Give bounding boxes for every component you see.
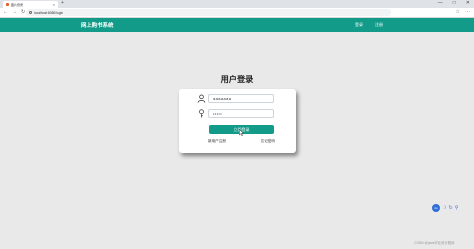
- username-row: aaaaaaa: [197, 94, 275, 103]
- mouse-cursor-icon: [239, 129, 244, 136]
- page-title: 用户登录: [220, 75, 254, 84]
- browser-nav-buttons: ← → ↻: [3, 9, 25, 15]
- nav-link-login[interactable]: 登录: [355, 22, 363, 28]
- reload-icon[interactable]: ↻: [21, 9, 25, 15]
- search-icon[interactable]: ⚲: [455, 205, 459, 211]
- browser-toolbar-icons: ☆ ⋯: [456, 9, 470, 15]
- forgot-password-link[interactable]: 忘记密码: [261, 139, 275, 144]
- new-tab-button[interactable]: +: [61, 0, 64, 6]
- url-text: localhost:8080/login: [34, 10, 64, 15]
- window-controls: — □ ✕: [438, 0, 470, 6]
- minimize-icon[interactable]: —: [438, 0, 443, 6]
- site-brand[interactable]: 网上购书系统: [81, 21, 113, 29]
- bookmark-star-icon[interactable]: ☆: [456, 9, 460, 15]
- password-field[interactable]: •••••: [208, 109, 274, 118]
- tab-close-icon[interactable]: ×: [53, 2, 55, 7]
- tab-title: 图片登录: [11, 2, 24, 7]
- login-card: aaaaaaa ••••• 立即登录 新用户注册 忘记密码: [179, 89, 296, 153]
- floating-toolbar: du ☽ ↻ ⚲: [432, 204, 458, 212]
- watermark: CSDN @java毕业设计程序: [414, 241, 455, 245]
- nav-link-register[interactable]: 注册: [375, 22, 383, 28]
- login-links: 新用户注册 忘记密码: [208, 139, 275, 144]
- register-link[interactable]: 新用户注册: [208, 139, 226, 144]
- favicon-icon: [6, 3, 9, 6]
- nav-links: 登录 注册: [355, 22, 383, 28]
- address-bar: ← → ↻ localhost:8080/login ☆ ⋯: [0, 8, 474, 18]
- du-badge[interactable]: du: [432, 204, 440, 212]
- username-field[interactable]: aaaaaaa: [208, 94, 274, 103]
- site-navbar: 网上购书系统 登录 注册: [0, 18, 474, 32]
- user-icon: [197, 94, 206, 103]
- key-icon: [199, 109, 204, 118]
- url-input[interactable]: localhost:8080/login: [26, 9, 391, 16]
- browser-tab[interactable]: 图片登录 ×: [3, 1, 58, 8]
- info-icon: [29, 11, 32, 14]
- close-icon[interactable]: ✕: [466, 0, 470, 6]
- forward-icon[interactable]: →: [12, 9, 17, 15]
- refresh-icon[interactable]: ↻: [448, 205, 452, 211]
- maximize-icon[interactable]: □: [453, 0, 456, 6]
- moon-icon[interactable]: ☽: [442, 205, 446, 211]
- password-row: •••••: [197, 109, 275, 118]
- browser-tabbar: 图片登录 × + — □ ✕: [0, 0, 474, 8]
- back-icon[interactable]: ←: [3, 9, 8, 15]
- menu-icon[interactable]: ⋯: [465, 9, 470, 15]
